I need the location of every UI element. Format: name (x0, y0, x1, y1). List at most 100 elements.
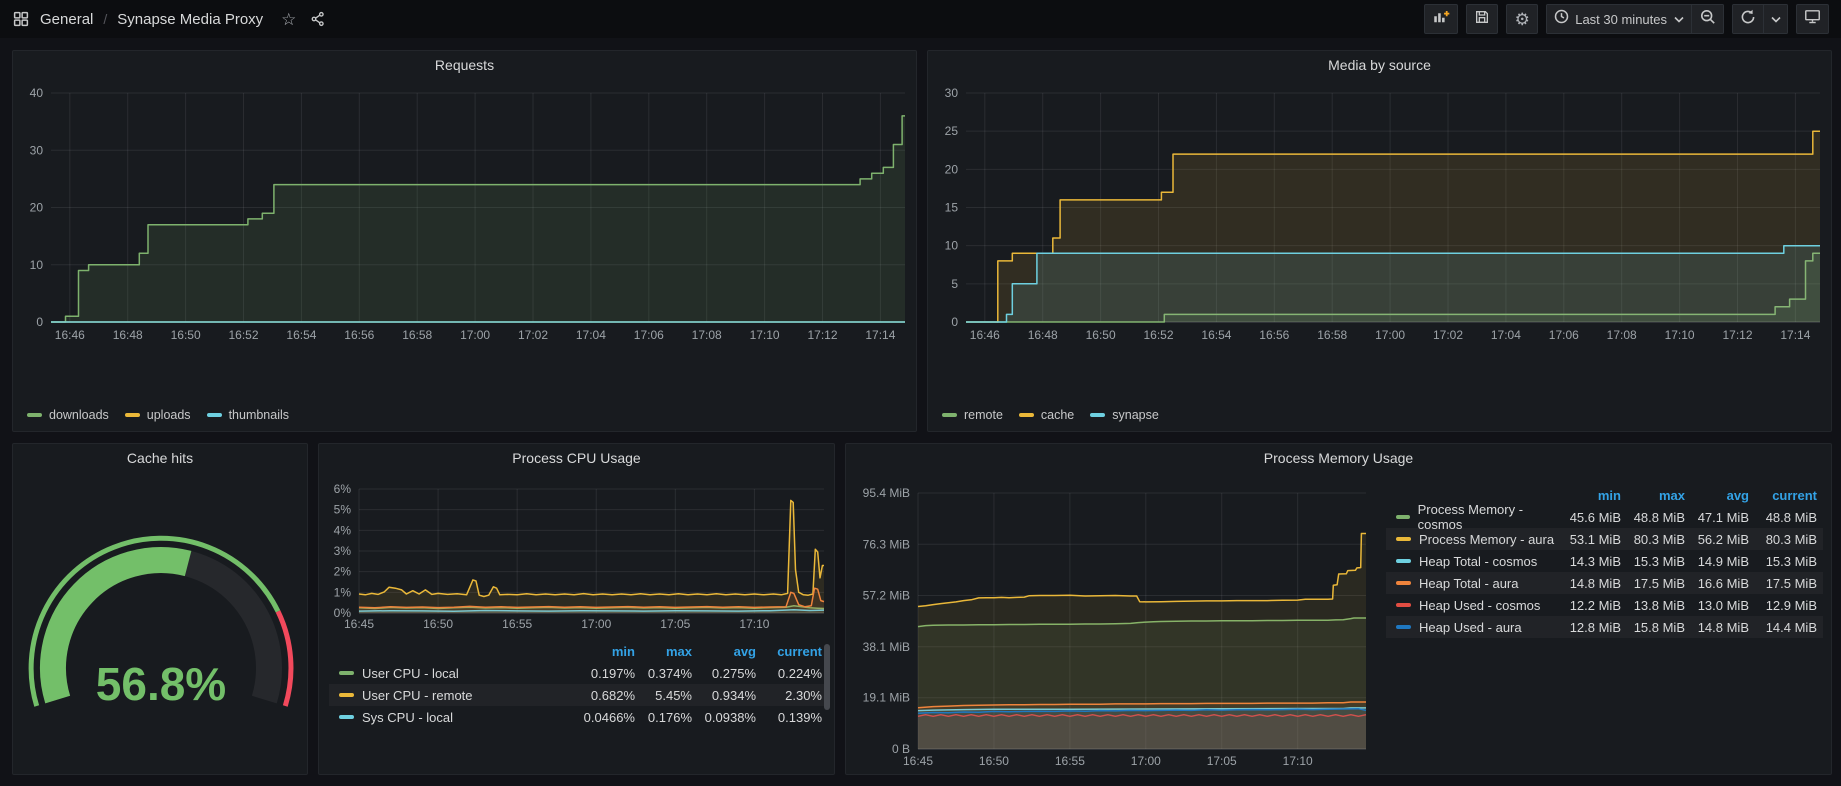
legend-item[interactable]: remote (942, 408, 1003, 422)
legend-swatch (1396, 537, 1411, 541)
legend-stat-value: 0.0466% (577, 710, 635, 725)
legend-swatch (207, 413, 222, 417)
legend-stat-value: 14.8 MiB (1685, 620, 1749, 635)
gauge-value-text: 56.8% (96, 658, 226, 710)
legend-table-header: minmaxavgcurrent (329, 640, 828, 662)
dashboard-settings-button[interactable]: ⚙ (1506, 4, 1538, 34)
legend-swatch (125, 413, 140, 417)
legend-series-toggle[interactable]: Heap Used - cosmos (1396, 598, 1557, 613)
media-by-source-chart[interactable]: 16:4616:4816:5016:5216:5416:5616:5817:00… (928, 51, 1833, 433)
legend-stat-value: 13.8 MiB (1621, 598, 1685, 613)
legend-stat-value: 14.8 MiB (1557, 576, 1621, 591)
breadcrumb-section[interactable]: General (40, 11, 93, 28)
cycle-view-mode-button[interactable] (1796, 4, 1829, 34)
x-tick-label: 17:00 (1375, 328, 1405, 342)
x-tick-label: 16:50 (423, 617, 453, 631)
panel-cache-hits: Cache hits 56.8% (12, 443, 308, 775)
legend-swatch (1396, 559, 1411, 563)
legend-column-header[interactable]: min (577, 644, 635, 659)
refresh-interval-button[interactable] (1764, 4, 1788, 34)
legend-label: thumbnails (229, 408, 289, 422)
y-tick-label: 2% (334, 565, 352, 579)
legend-label: synapse (1112, 408, 1159, 422)
legend-series-toggle[interactable]: Process Memory - cosmos (1396, 502, 1557, 532)
legend-series-toggle[interactable]: User CPU - remote (339, 688, 577, 703)
x-tick-label: 16:48 (1028, 328, 1058, 342)
legend-series-label: Heap Used - aura (1419, 620, 1522, 635)
legend-column-header[interactable]: current (756, 644, 822, 659)
legend-series-toggle[interactable]: Process Memory - aura (1396, 532, 1557, 547)
x-tick-label: 17:14 (865, 328, 895, 342)
legend-item[interactable]: synapse (1090, 408, 1159, 422)
series-fill (51, 116, 905, 322)
refresh-button[interactable] (1732, 4, 1764, 34)
legend-series-label: User CPU - local (362, 666, 459, 681)
y-tick-label: 0 B (892, 742, 910, 756)
legend-stat-value: 15.3 MiB (1621, 554, 1685, 569)
legend-swatch (942, 413, 957, 417)
legend-stat-value: 12.8 MiB (1557, 620, 1621, 635)
legend-table-row: Process Memory - aura53.1 MiB80.3 MiB56.… (1386, 528, 1823, 550)
legend-stat-value: 47.1 MiB (1685, 510, 1749, 525)
y-tick-label: 20 (30, 201, 44, 215)
legend-stat-value: 48.8 MiB (1749, 510, 1817, 525)
legend-series-toggle[interactable]: Sys CPU - local (339, 710, 577, 725)
legend-column-header[interactable]: min (1557, 488, 1621, 503)
legend-swatch (1090, 413, 1105, 417)
y-tick-label: 3% (334, 544, 352, 558)
legend-scrollbar[interactable] (824, 644, 830, 710)
requests-legend: downloads uploads thumbnails (27, 408, 289, 422)
legend-series-toggle[interactable]: Heap Total - aura (1396, 576, 1557, 591)
legend-table-row: User CPU - remote0.682%5.45%0.934%2.30% (329, 684, 828, 706)
legend-item[interactable]: uploads (125, 408, 191, 422)
x-tick-label: 17:12 (807, 328, 837, 342)
x-tick-label: 17:10 (1283, 754, 1313, 768)
y-tick-label: 6% (334, 482, 352, 496)
requests-chart[interactable]: 16:4616:4816:5016:5216:5416:5616:5817:00… (13, 51, 918, 433)
save-dashboard-button[interactable] (1466, 4, 1498, 34)
legend-table-row: Sys CPU - local0.0466%0.176%0.0938%0.139… (329, 706, 828, 728)
process-memory-legend-table: minmaxavgcurrentProcess Memory - cosmos4… (1386, 484, 1823, 638)
legend-column-header[interactable]: avg (692, 644, 756, 659)
legend-table-row: Heap Total - aura14.8 MiB17.5 MiB16.6 Mi… (1386, 572, 1823, 594)
cache-hits-gauge: 56.8% (13, 444, 309, 776)
clock-icon (1554, 9, 1569, 29)
legend-column-header[interactable]: avg (1685, 488, 1749, 503)
legend-stat-value: 14.9 MiB (1685, 554, 1749, 569)
y-tick-label: 0 (36, 315, 43, 329)
legend-item[interactable]: thumbnails (207, 408, 289, 422)
apps-grid-icon[interactable] (12, 10, 30, 28)
legend-stat-value: 0.374% (635, 666, 692, 681)
legend-swatch (1396, 515, 1410, 519)
legend-series-label: Process Memory - aura (1419, 532, 1554, 547)
add-panel-button[interactable] (1424, 4, 1458, 34)
zoom-out-time-button[interactable] (1692, 4, 1724, 34)
legend-label: remote (964, 408, 1003, 422)
legend-item[interactable]: downloads (27, 408, 109, 422)
legend-column-header[interactable]: current (1749, 488, 1817, 503)
legend-series-toggle[interactable]: User CPU - local (339, 666, 577, 681)
legend-column-header[interactable]: max (635, 644, 692, 659)
legend-item[interactable]: cache (1019, 408, 1074, 422)
legend-stat-value: 14.4 MiB (1749, 620, 1817, 635)
legend-series-toggle[interactable]: Heap Used - aura (1396, 620, 1557, 635)
legend-label: cache (1041, 408, 1074, 422)
legend-table-row: Process Memory - cosmos45.6 MiB48.8 MiB4… (1386, 506, 1823, 528)
legend-stat-value: 2.30% (756, 688, 822, 703)
legend-stat-value: 12.9 MiB (1749, 598, 1817, 613)
y-tick-label: 4% (334, 523, 352, 537)
share-icon[interactable] (310, 11, 326, 27)
x-tick-label: 16:54 (1201, 328, 1231, 342)
legend-column-header[interactable]: max (1621, 488, 1685, 503)
y-tick-label: 5% (334, 503, 352, 517)
x-tick-label: 17:08 (1607, 328, 1637, 342)
y-tick-label: 30 (30, 143, 44, 157)
breadcrumb-dashboard-title[interactable]: Synapse Media Proxy (117, 11, 263, 28)
legend-series-toggle[interactable]: Heap Total - cosmos (1396, 554, 1557, 569)
save-icon (1474, 9, 1490, 30)
time-range-button[interactable]: Last 30 minutes (1546, 4, 1692, 34)
caret-down-icon (1771, 10, 1781, 28)
x-tick-label: 17:04 (576, 328, 606, 342)
legend-stat-value: 80.3 MiB (1621, 532, 1685, 547)
star-icon[interactable]: ☆ (281, 11, 296, 28)
